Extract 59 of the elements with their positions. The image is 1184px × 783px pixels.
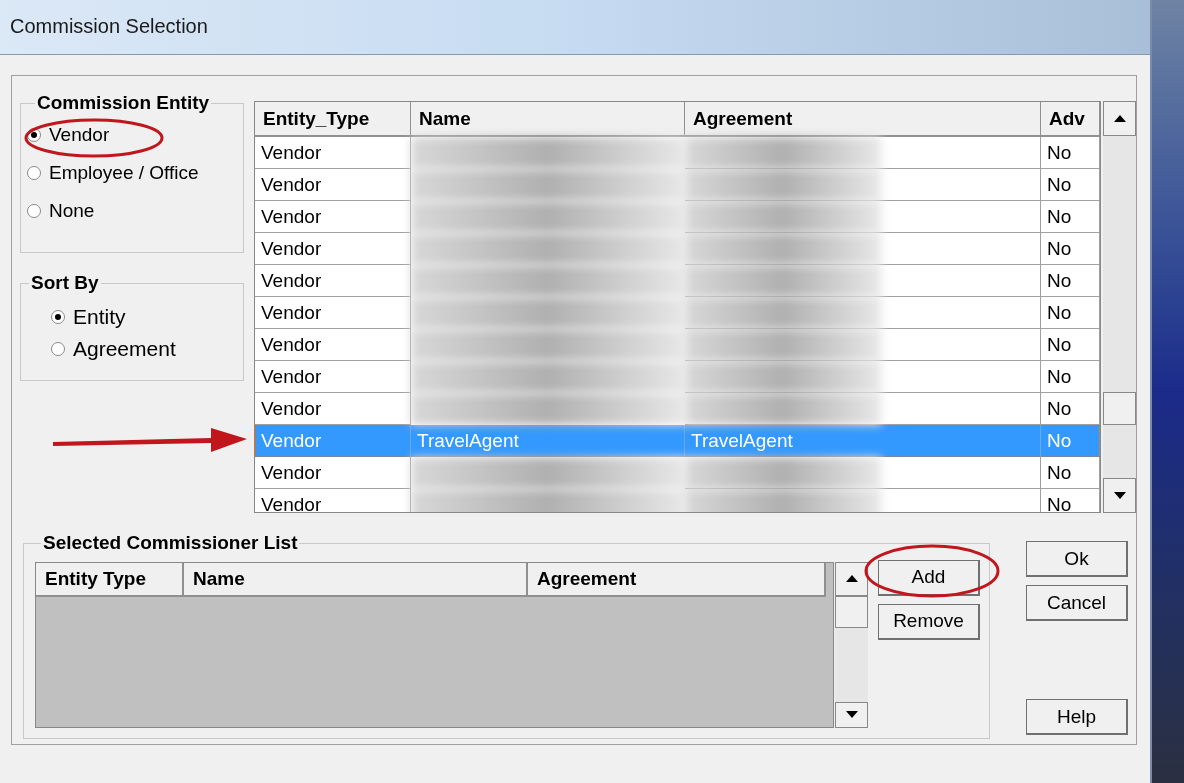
table-row[interactable]: Vendor No	[255, 233, 1100, 265]
table-cell: No	[1041, 297, 1100, 329]
scroll-thumb[interactable]	[835, 595, 868, 628]
table-cell: No	[1041, 329, 1100, 361]
column-header[interactable]: Agreement	[685, 102, 1041, 137]
column-header[interactable]: Entity Type	[36, 562, 184, 597]
dialog-button[interactable]: Ok	[1026, 541, 1128, 577]
radio-button[interactable]	[27, 203, 41, 218]
table-cell: No	[1041, 169, 1100, 201]
up-arrow-icon	[1113, 115, 1126, 122]
scroll-up-button[interactable]	[1103, 101, 1136, 136]
table-row[interactable]: Vendor No	[255, 265, 1100, 297]
radio-label[interactable]: Agreement	[73, 335, 176, 362]
dialog-button[interactable]: Add	[878, 559, 980, 596]
radio-button[interactable]	[51, 309, 65, 324]
table-row[interactable]: Vendor No	[255, 201, 1100, 233]
scrollbar[interactable]	[1103, 101, 1136, 513]
column-header[interactable]: Name	[184, 562, 528, 597]
group-title: Commission Entity	[36, 91, 211, 115]
window-title: Commission Selection	[10, 14, 208, 38]
radio-label[interactable]: Employee / Office	[49, 159, 199, 186]
column-header[interactable]: Agreement	[528, 562, 826, 597]
group-title: Selected Commissioner List	[42, 531, 299, 555]
scroll-thumb[interactable]	[1103, 392, 1136, 425]
table-row[interactable]: Vendor No	[255, 297, 1100, 329]
radio-label[interactable]: None	[49, 197, 95, 224]
down-arrow-icon	[845, 711, 858, 718]
table-row[interactable]: Vendor No	[255, 137, 1100, 169]
group-title: Sort By	[30, 271, 100, 295]
table-cell: No	[1041, 265, 1100, 297]
radio-button[interactable]	[27, 165, 41, 180]
dialog-button[interactable]: Help	[1026, 699, 1128, 735]
column-header[interactable]: Entity_Type	[255, 102, 411, 137]
table-cell: No	[1041, 361, 1100, 393]
table-cell: No	[1041, 201, 1100, 233]
table-row[interactable]: Vendor No	[255, 169, 1100, 201]
up-arrow-icon	[845, 575, 858, 582]
scroll-down-button[interactable]	[1103, 478, 1136, 513]
column-header[interactable]: Adv	[1041, 102, 1100, 137]
scrollbar[interactable]	[835, 561, 868, 728]
dialog-button[interactable]: Remove	[878, 603, 980, 640]
table-cell: No	[1041, 137, 1100, 169]
table-cell: No	[1041, 425, 1100, 457]
down-arrow-icon	[1113, 492, 1126, 499]
table-row[interactable]: Vendor No	[255, 361, 1100, 393]
scroll-up-button[interactable]	[835, 561, 868, 596]
radio-button[interactable]	[51, 341, 65, 356]
scroll-down-button[interactable]	[835, 701, 868, 728]
radio-label[interactable]: Entity	[73, 303, 126, 330]
table-row[interactable]: Vendor No	[255, 457, 1100, 489]
table-cell: No	[1041, 489, 1100, 512]
table-cell: No	[1041, 457, 1100, 489]
column-header[interactable]: Name	[411, 102, 685, 137]
table-row[interactable]: Vendor No	[255, 393, 1100, 425]
table-cell: Vendor	[255, 425, 411, 457]
table-row[interactable]: Vendor No	[255, 329, 1100, 361]
table-cell: No	[1041, 233, 1100, 265]
dialog-button[interactable]: Cancel	[1026, 585, 1128, 621]
table-row[interactable]: Vendor No	[255, 489, 1100, 512]
